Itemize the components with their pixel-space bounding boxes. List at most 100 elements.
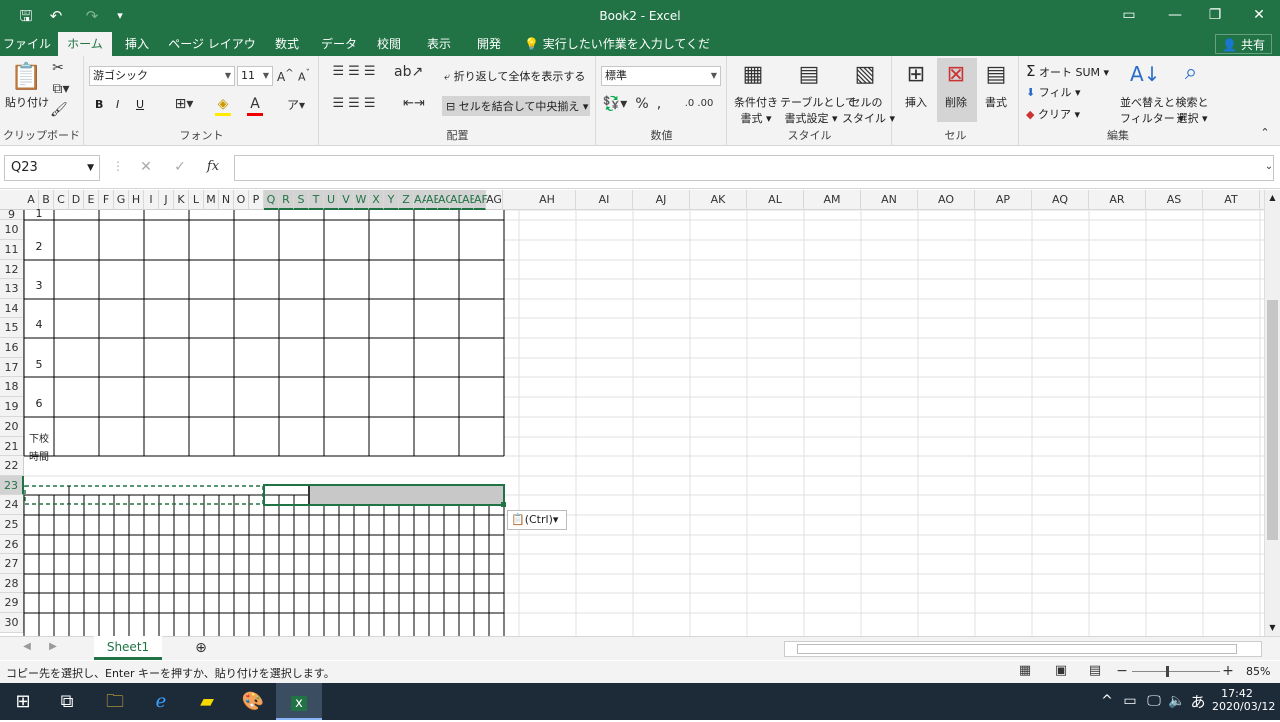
tab-view[interactable]: 表示 [418, 32, 460, 56]
sticky-notes-icon[interactable]: ▰ [184, 683, 230, 720]
collapse-ribbon-icon[interactable]: ⌃ [1258, 126, 1272, 139]
conditional-format-icon[interactable]: ▦ [738, 62, 768, 87]
orientation-icon[interactable]: ab↗ [394, 64, 423, 80]
percent-icon[interactable]: % [635, 96, 649, 112]
scroll-down-icon[interactable]: ▼ [1265, 620, 1280, 636]
comma-icon[interactable]: , [653, 96, 665, 112]
format-painter-icon[interactable]: 🖌 [50, 102, 68, 118]
prev-sheet-icon[interactable]: ◀ [20, 641, 34, 652]
sort-filter-icon[interactable]: A↓ [1130, 62, 1160, 86]
border-icon[interactable]: ⊞▾ [173, 96, 195, 112]
worksheet-grid[interactable]: A B C D E F G H I J K L M N O P Q R S T U V W X Y Z AA AB AC AD AE AF AG… [0, 190, 1264, 636]
fill-button[interactable]: ⬇ フィル ▾ [1026, 84, 1081, 100]
paste-options-button[interactable]: 📋(Ctrl)▾ [507, 510, 567, 530]
vertical-scrollbar[interactable]: ▲ ▼ [1264, 190, 1280, 636]
zoom-level[interactable]: 85% [1246, 665, 1270, 678]
task-view-icon[interactable]: ⧉ [44, 683, 90, 720]
delete-cells-button[interactable]: 削除 [945, 94, 967, 110]
expand-formula-bar-icon[interactable]: ⌄ [1262, 161, 1276, 172]
format-as-table-button[interactable]: テーブルとして 書式設定 ▾ [780, 94, 856, 126]
increase-font-icon[interactable]: A^ [277, 68, 294, 84]
search-icon[interactable]: ⌕ [1176, 60, 1206, 85]
tab-file[interactable]: ファイル [0, 32, 54, 56]
cell-styles-icon[interactable]: ▧ [850, 62, 880, 87]
file-explorer-icon[interactable]: 🗀 [92, 683, 138, 720]
delete-cells-icon[interactable]: ⊠ [943, 62, 969, 87]
maximize-icon[interactable]: ❐ [1192, 0, 1238, 32]
fill-color-icon[interactable]: ◈ [213, 96, 233, 112]
sort-filter-button[interactable]: 並べ替えと フィルター ▾ [1120, 94, 1184, 126]
tab-page-layout[interactable]: ページ レイアウト [164, 32, 260, 75]
volume-icon[interactable]: 🔈 [1168, 693, 1185, 709]
sheet-tab-sheet1[interactable]: Sheet1 [94, 636, 162, 660]
horizontal-align-icons[interactable]: ☰☰☰ [326, 96, 386, 111]
copy-icon[interactable]: ⧉▾ [50, 81, 72, 97]
page-layout-view-icon[interactable]: ▣ [1052, 663, 1070, 678]
horizontal-scrollbar[interactable] [784, 641, 1262, 657]
enter-icon[interactable]: ✓ [172, 159, 188, 175]
normal-view-icon[interactable]: ▦ [1016, 663, 1034, 678]
zoom-slider-track[interactable] [1132, 671, 1220, 672]
tab-developer[interactable]: 開発 [468, 32, 510, 56]
font-size-select[interactable]: 11 ▼ [237, 66, 273, 86]
autosum-button[interactable]: Σ オート SUM ▾ [1026, 62, 1109, 80]
next-sheet-icon[interactable]: ▶ [46, 641, 60, 652]
font-name-select[interactable]: 游ゴシック ▼ [89, 66, 235, 86]
paste-icon[interactable]: 📋 [10, 62, 42, 92]
accounting-icon[interactable]: 💱▾ [601, 96, 629, 112]
zoom-slider-thumb[interactable] [1166, 666, 1169, 677]
tab-formulas[interactable]: 数式 [266, 32, 308, 56]
cancel-icon[interactable]: ✕ [138, 159, 154, 175]
close-icon[interactable]: ✕ [1236, 0, 1280, 32]
tab-review[interactable]: 校閲 [368, 32, 410, 56]
network-icon[interactable]: 🖵 [1146, 693, 1162, 709]
decimal-icons[interactable]: .0 .00 [679, 98, 719, 109]
tab-data[interactable]: データ [316, 32, 362, 56]
phonetic-icon[interactable]: ア▾ [285, 96, 307, 113]
find-select-button[interactable]: 検索と 選択 ▾ [1174, 94, 1210, 126]
scroll-thumb[interactable] [1267, 300, 1278, 540]
clock[interactable]: 17:42 2020/03/12 [1212, 687, 1275, 713]
tab-insert[interactable]: 挿入 [116, 32, 158, 56]
windows-start-icon[interactable]: ⊞ [0, 683, 46, 720]
edge-browser-icon[interactable]: ℯ [138, 683, 184, 720]
tell-me-box[interactable]: 💡 実行したい作業を入力してください... [524, 32, 714, 75]
decrease-font-icon[interactable]: Aˇ [297, 68, 311, 84]
ribbon-display-options-icon[interactable]: ▭ [1106, 0, 1152, 32]
cell-styles-button[interactable]: セルの スタイル ▾ [842, 94, 895, 126]
paste-button[interactable]: 貼り付け [5, 94, 49, 110]
zoom-out-icon[interactable]: − [1116, 663, 1128, 679]
share-button[interactable]: 👤 共有 [1215, 34, 1272, 54]
underline-button[interactable]: U [136, 98, 144, 111]
cell-grid[interactable] [0, 190, 1264, 636]
format-cells-icon[interactable]: ▤ [983, 62, 1009, 87]
show-hidden-icons-icon[interactable]: ^ [1100, 693, 1114, 709]
paint-icon[interactable]: 🎨 [230, 683, 276, 720]
page-break-view-icon[interactable]: ▤ [1086, 663, 1104, 678]
horizontal-scroll-thumb[interactable] [797, 644, 1237, 654]
cut-icon[interactable]: ✂ [50, 60, 66, 76]
indent-icons[interactable]: ⇤⇥ [394, 96, 434, 111]
italic-button[interactable]: I [116, 98, 119, 111]
vertical-align-icons[interactable]: ☰☰☰ [326, 64, 386, 79]
battery-icon[interactable]: ▭ [1122, 693, 1138, 709]
format-cells-button[interactable]: 書式 [985, 94, 1007, 110]
insert-cells-button[interactable]: 挿入 [905, 94, 927, 110]
merge-center-button[interactable]: ⊟ セルを結合して中央揃え ▾ [442, 96, 590, 116]
wrap-text-button[interactable]: ⤶ 折り返して全体を表示する [444, 68, 585, 84]
insert-function-button[interactable]: fx [204, 159, 222, 174]
conditional-format-button[interactable]: 条件付き 書式 ▾ [732, 94, 780, 126]
new-sheet-icon[interactable]: ⊕ [192, 640, 210, 656]
tab-home[interactable]: ホーム [58, 32, 112, 56]
number-format-select[interactable]: 標準 ▼ [601, 66, 721, 86]
zoom-in-icon[interactable]: + [1222, 663, 1234, 679]
format-as-table-icon[interactable]: ▤ [794, 62, 824, 87]
name-box[interactable]: Q23 ▼ [4, 155, 100, 181]
scroll-up-icon[interactable]: ▲ [1265, 190, 1280, 206]
insert-cells-icon[interactable]: ⊞ [903, 62, 929, 87]
bold-button[interactable]: B [95, 98, 103, 111]
excel-taskbar-icon[interactable]: x [276, 683, 322, 720]
formula-input[interactable] [234, 155, 1274, 181]
clear-button[interactable]: ◆ クリア ▾ [1026, 106, 1080, 122]
ime-indicator[interactable]: あ [1190, 691, 1206, 712]
